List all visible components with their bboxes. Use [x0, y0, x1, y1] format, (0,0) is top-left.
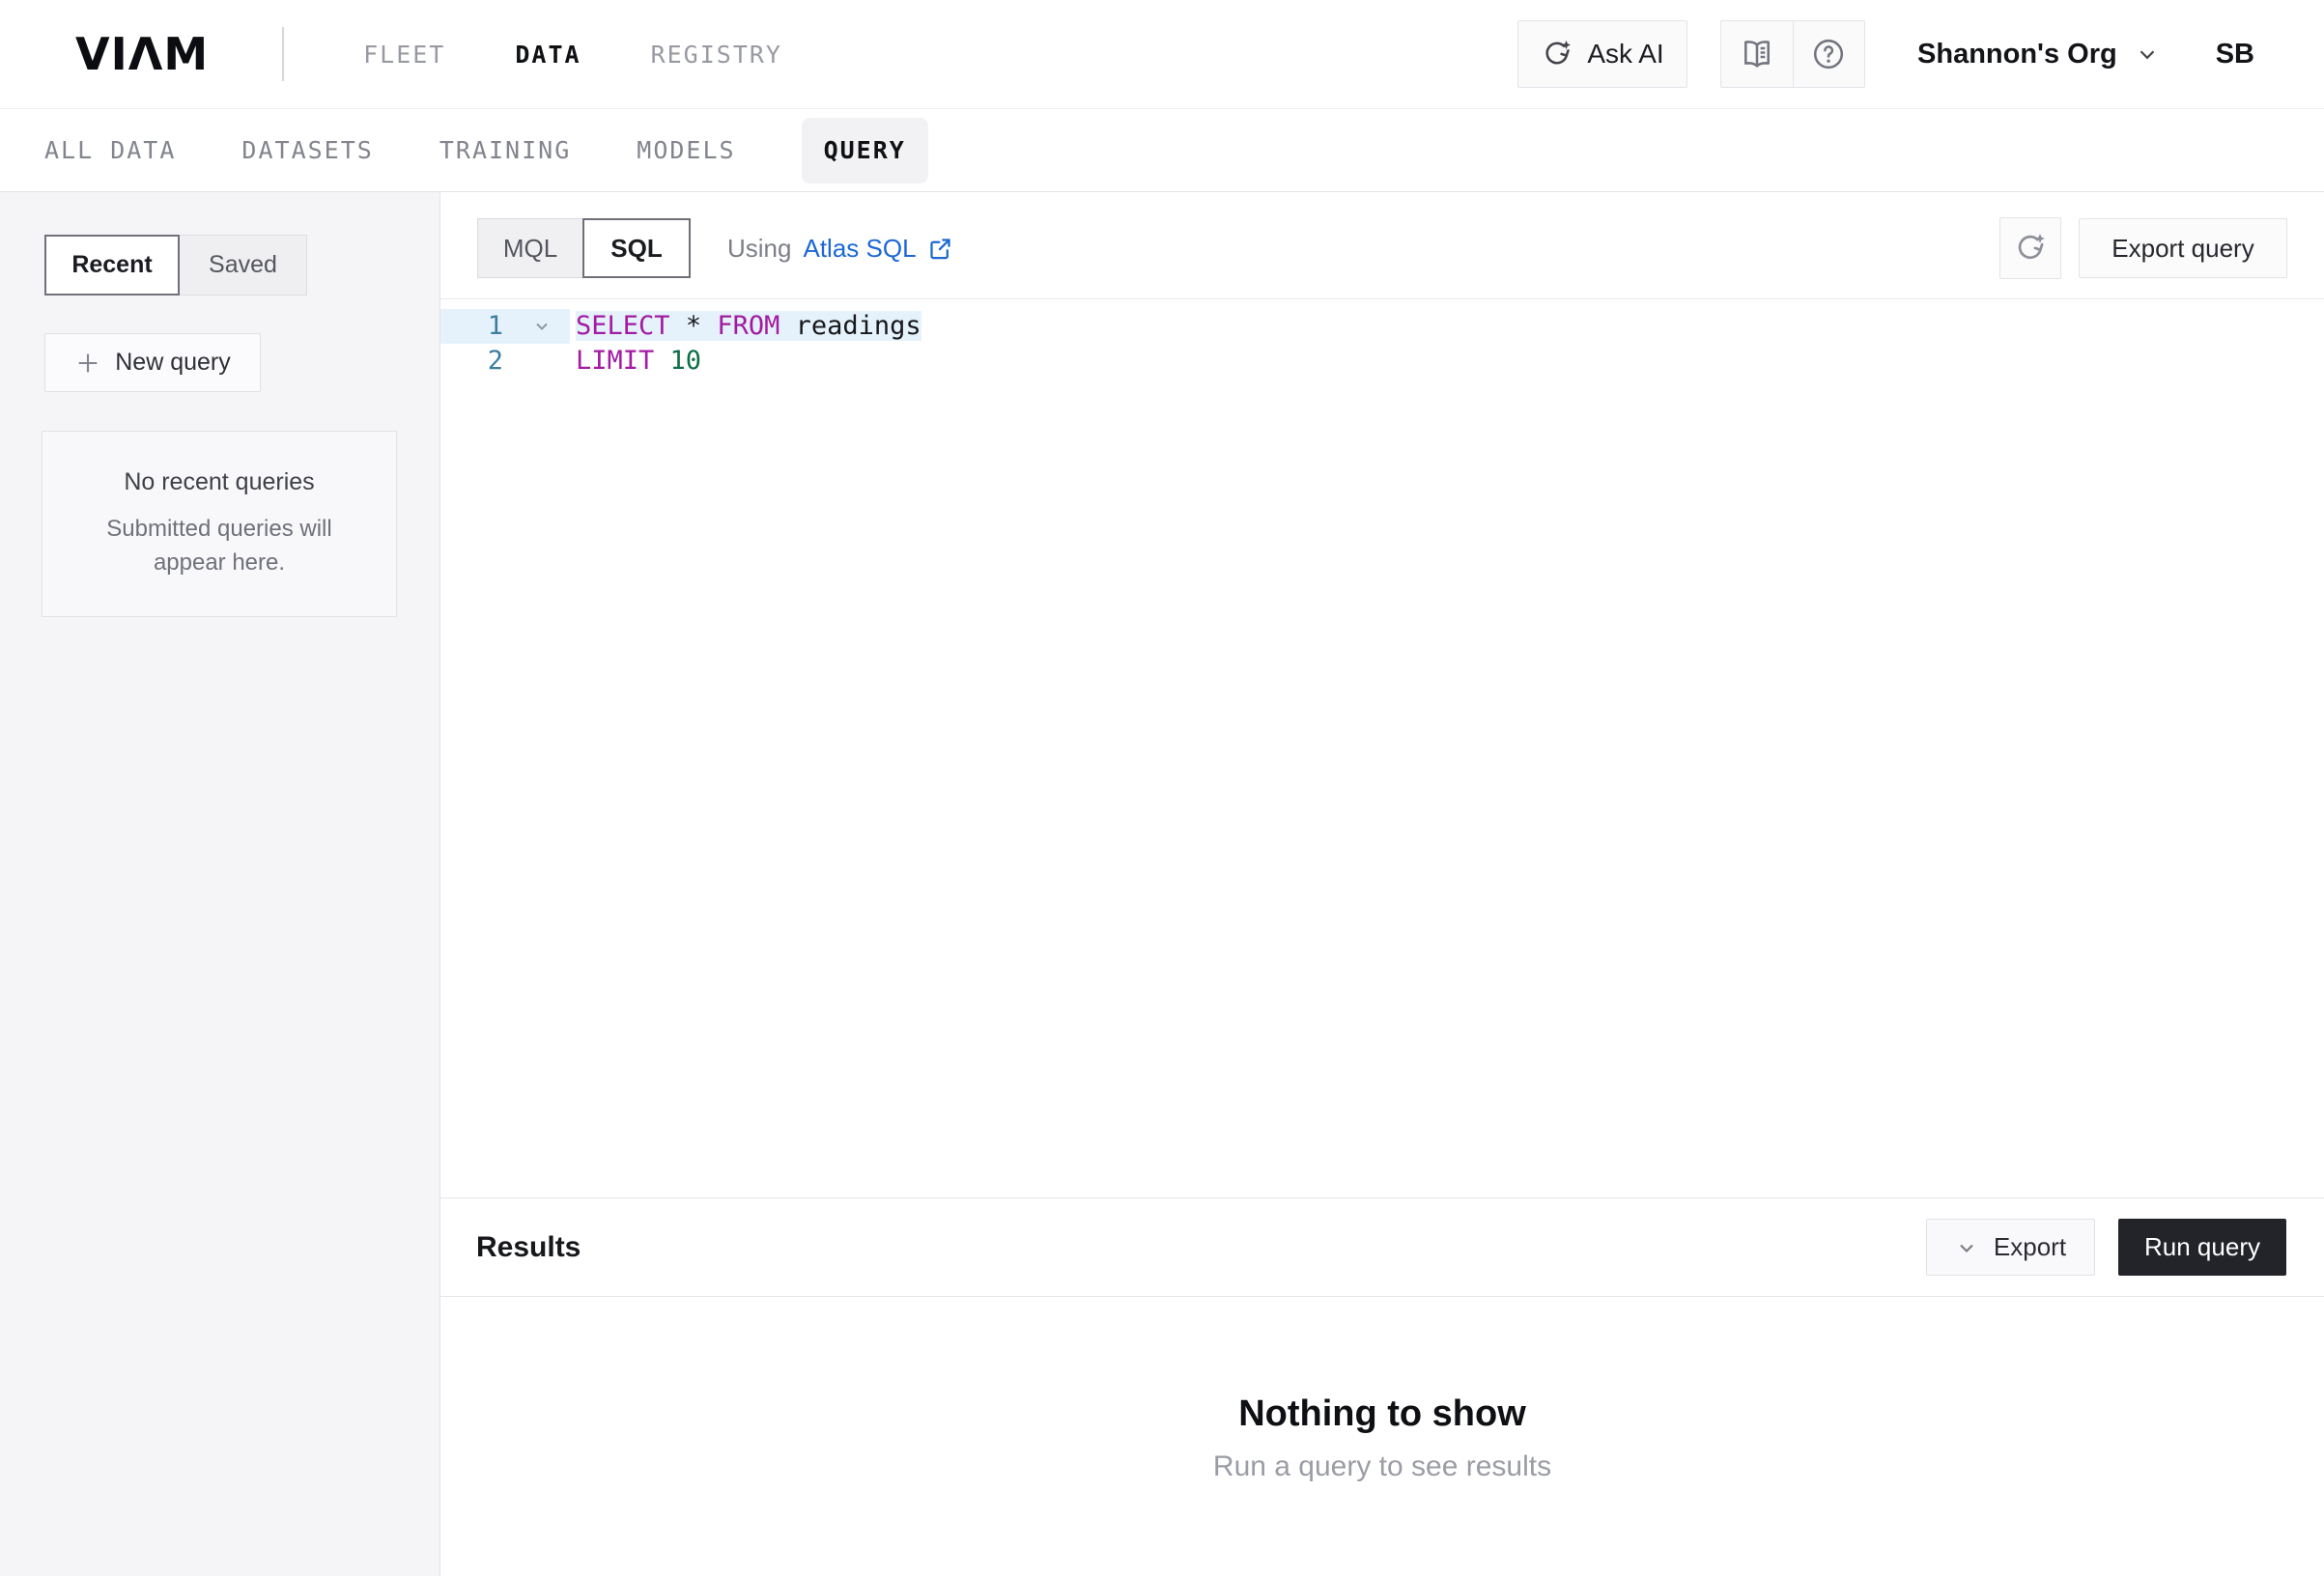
open-book-icon	[1740, 37, 1774, 71]
org-switcher[interactable]: Shannon's Org	[1917, 39, 2160, 70]
code-line-2: LIMIT 10	[570, 344, 701, 379]
recent-saved-toggle: Recent Saved	[44, 235, 439, 296]
nav-item-fleet[interactable]: FLEET	[363, 41, 445, 69]
tab-datasets[interactable]: DATASETS	[241, 136, 373, 164]
question-circle-icon	[1811, 37, 1846, 71]
tab-training[interactable]: TRAINING	[439, 136, 571, 164]
sql-token: *	[686, 311, 701, 341]
sql-token: LIMIT	[576, 346, 654, 376]
org-name: Shannon's Org	[1917, 39, 2117, 70]
tab-all-data[interactable]: ALL DATA	[44, 136, 176, 164]
recent-tab[interactable]: Recent	[44, 235, 180, 296]
run-query-button[interactable]: Run query	[2118, 1219, 2286, 1276]
query-toolbar: MQL SQL Using Atlas SQL	[477, 217, 2287, 279]
empty-state-title: No recent queries	[124, 468, 314, 496]
ai-generate-query-button[interactable]	[1999, 217, 2061, 279]
sql-tab[interactable]: SQL	[582, 218, 691, 278]
empty-state-subtitle: Submitted queries will appear here.	[74, 512, 364, 579]
editor-line: 2 LIMIT 10	[440, 344, 2324, 379]
top-header: VIΛM FLEET DATA REGISTRY Ask AI	[0, 0, 2324, 109]
results-empty-state: Nothing to show Run a query to see resul…	[440, 1297, 2324, 1576]
mql-tab[interactable]: MQL	[477, 218, 583, 278]
export-results-button[interactable]: Export	[1926, 1219, 2095, 1276]
primary-nav: FLEET DATA REGISTRY	[363, 41, 782, 69]
new-query-button[interactable]: New query	[44, 333, 261, 392]
sparkle-loop-icon	[1541, 38, 1573, 70]
sparkle-loop-icon	[2013, 231, 2048, 266]
sql-token: SELECT	[576, 311, 670, 341]
header-right: Ask AI	[1517, 20, 2254, 88]
query-main-pane: MQL SQL Using Atlas SQL	[440, 192, 2324, 1576]
content-area: Recent Saved New query No recent queries…	[0, 192, 2324, 1576]
external-link-icon	[927, 236, 953, 262]
help-resources-group	[1720, 20, 1865, 88]
sql-token: 10	[670, 346, 702, 376]
ask-ai-button[interactable]: Ask AI	[1517, 20, 1687, 88]
help-button[interactable]	[1794, 21, 1865, 87]
saved-tab[interactable]: Saved	[180, 235, 307, 296]
results-header: Results Export Run query	[440, 1197, 2324, 1297]
tab-query[interactable]: QUERY	[802, 118, 928, 183]
export-query-button[interactable]: Export query	[2079, 218, 2287, 278]
sql-editor[interactable]: 1 SELECT * FROM readings 2 LIMIT 10	[440, 298, 2324, 1197]
ask-ai-label: Ask AI	[1587, 39, 1663, 70]
query-sidebar: Recent Saved New query No recent queries…	[0, 192, 440, 1576]
code-line-1: SELECT * FROM readings	[570, 309, 921, 344]
nav-item-data[interactable]: DATA	[515, 41, 581, 69]
line-number: 2	[440, 344, 514, 379]
data-subnav: ALL DATA DATASETS TRAINING MODELS QUERY	[0, 109, 2324, 192]
query-mode-toggle: MQL SQL	[477, 218, 691, 278]
tab-models[interactable]: MODELS	[637, 136, 735, 164]
using-label: Using	[727, 234, 791, 264]
nav-item-registry[interactable]: REGISTRY	[651, 41, 782, 69]
plus-icon	[74, 350, 101, 377]
viam-app-window: VIΛM FLEET DATA REGISTRY Ask AI	[0, 0, 2324, 1576]
atlas-sql-link-label: Atlas SQL	[803, 234, 916, 264]
atlas-sql-link[interactable]: Atlas SQL	[803, 234, 952, 264]
viam-logo[interactable]: VIΛM	[75, 28, 209, 80]
chevron-down-icon	[2135, 42, 2160, 67]
avatar[interactable]: SB	[2216, 39, 2254, 70]
fold-chevron-icon[interactable]	[514, 309, 570, 344]
recent-queries-empty-state: No recent queries Submitted queries will…	[42, 431, 397, 617]
new-query-label: New query	[115, 349, 231, 377]
docs-button[interactable]	[1721, 21, 1793, 87]
sql-token: readings	[796, 311, 921, 341]
fold-spacer	[514, 344, 570, 379]
editor-line: 1 SELECT * FROM readings	[440, 309, 2324, 344]
export-results-label: Export	[1994, 1232, 2066, 1262]
sql-token: FROM	[717, 311, 779, 341]
header-divider	[282, 27, 284, 81]
results-title: Results	[476, 1231, 581, 1264]
results-empty-subtitle: Run a query to see results	[440, 1450, 2324, 1483]
results-empty-title: Nothing to show	[440, 1393, 2324, 1435]
line-number: 1	[440, 309, 514, 344]
chevron-down-icon	[1955, 1236, 1978, 1259]
